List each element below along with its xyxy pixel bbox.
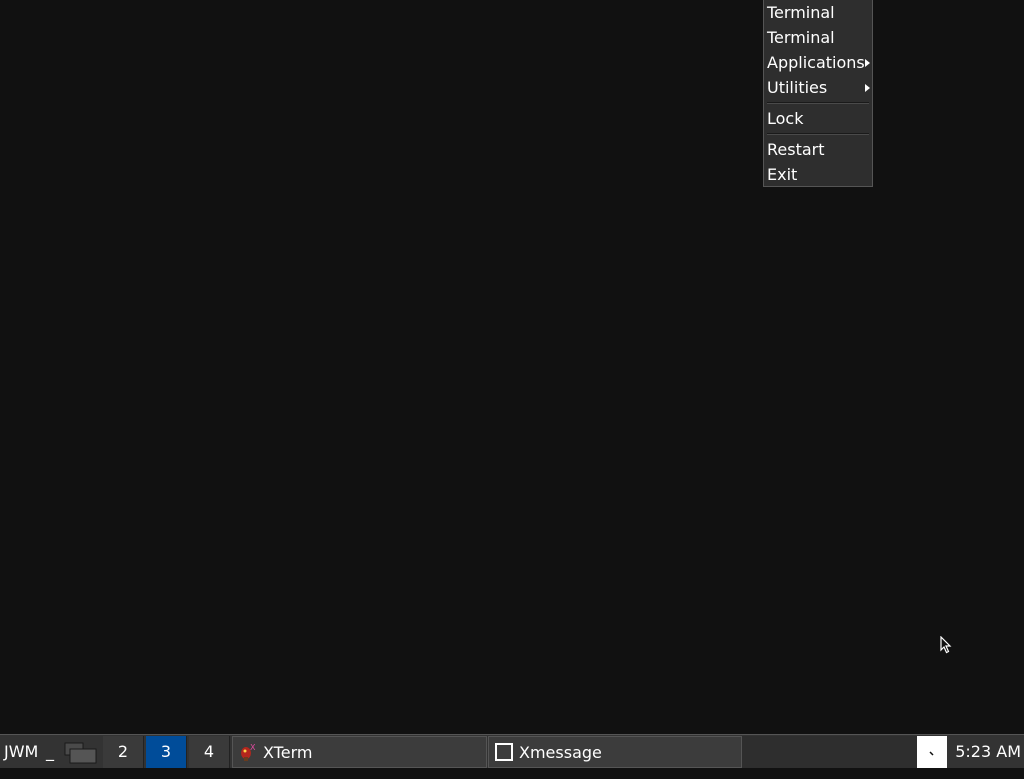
window-icon bbox=[495, 743, 513, 761]
tray-indicator-icon bbox=[929, 751, 934, 756]
menu-item-utilities[interactable]: Utilities bbox=[764, 75, 872, 100]
menu-separator bbox=[767, 133, 869, 135]
task-label: Xmessage bbox=[519, 743, 602, 762]
menu-item-label: Terminal bbox=[767, 3, 835, 22]
menu-item-label: Utilities bbox=[767, 78, 828, 97]
minimize-label: _ bbox=[46, 742, 54, 761]
menu-item-terminal-2[interactable]: Terminal bbox=[764, 25, 872, 50]
pager-desktop-3[interactable]: 3 bbox=[146, 736, 187, 768]
pager-desktop-2[interactable]: 2 bbox=[103, 736, 144, 768]
taskbar: JWM _ 2 3 4 X XTerm Xmessage 5:23 AM bbox=[0, 734, 1024, 768]
task-button-xmessage[interactable]: Xmessage bbox=[488, 736, 742, 768]
clock-label: 5:23 AM bbox=[955, 742, 1021, 761]
submenu-arrow-icon bbox=[865, 84, 870, 92]
show-desktop-button[interactable] bbox=[58, 735, 102, 768]
start-menu-label: JWM bbox=[4, 742, 39, 761]
clock[interactable]: 5:23 AM bbox=[950, 735, 1024, 768]
svg-text:X: X bbox=[250, 743, 256, 752]
menu-item-label: Applications bbox=[767, 53, 865, 72]
pager-label: 3 bbox=[160, 742, 172, 761]
menu-item-label: Restart bbox=[767, 140, 825, 159]
root-menu: Terminal Terminal Applications Utilities… bbox=[763, 0, 873, 187]
menu-item-lock[interactable]: Lock bbox=[764, 106, 872, 131]
menu-item-restart[interactable]: Restart bbox=[764, 137, 872, 162]
start-menu-button[interactable]: JWM bbox=[0, 735, 42, 768]
pager-desktop-4[interactable]: 4 bbox=[189, 736, 230, 768]
menu-item-label: Lock bbox=[767, 109, 804, 128]
pager-label: 4 bbox=[203, 742, 215, 761]
menu-item-exit[interactable]: Exit bbox=[764, 162, 872, 187]
task-button-xterm[interactable]: X XTerm bbox=[232, 736, 487, 768]
submenu-arrow-icon bbox=[865, 59, 870, 67]
task-label: XTerm bbox=[263, 743, 313, 762]
menu-item-label: Exit bbox=[767, 165, 798, 184]
mouse-cursor-icon bbox=[940, 636, 952, 654]
xterm-icon: X bbox=[241, 743, 256, 761]
tray-area bbox=[742, 736, 917, 768]
menu-item-terminal-1[interactable]: Terminal bbox=[764, 0, 872, 25]
menu-item-label: Terminal bbox=[767, 28, 835, 47]
tray-icon-slot[interactable] bbox=[917, 736, 947, 768]
minimize-all-button[interactable]: _ bbox=[42, 735, 58, 768]
menu-separator bbox=[767, 102, 869, 104]
show-desktop-icon bbox=[64, 742, 97, 764]
menu-item-applications[interactable]: Applications bbox=[764, 50, 872, 75]
pager-label: 2 bbox=[117, 742, 129, 761]
